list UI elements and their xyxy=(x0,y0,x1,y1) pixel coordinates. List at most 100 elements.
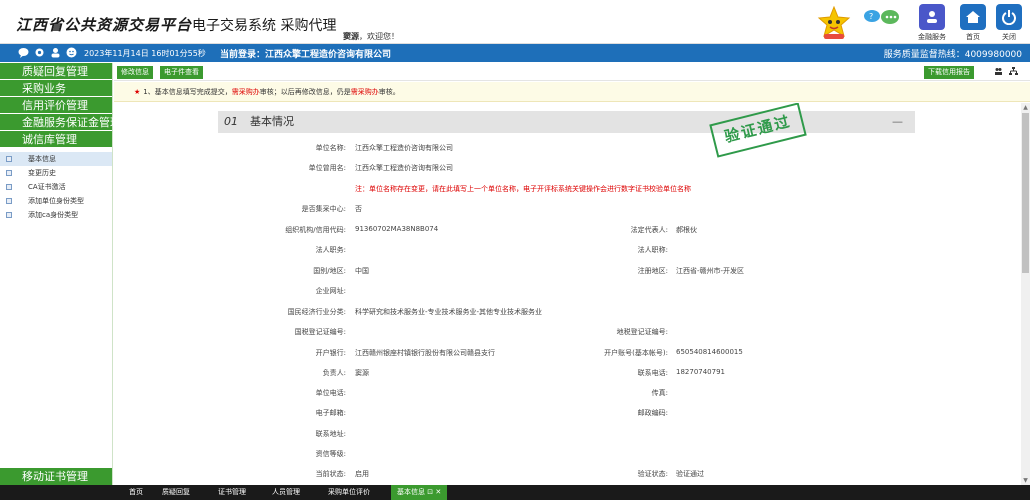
account-value: 650540814600015 xyxy=(676,348,743,356)
brand-subtitle: 电子交易系统 采购代理 xyxy=(192,18,337,34)
sidebar-item-label: 添加ca身份类型 xyxy=(28,211,79,219)
chat-icon[interactable]: ? xyxy=(862,8,902,26)
credit-code-label: 组织机构/信用代码: xyxy=(285,226,346,234)
central-procurement-label: 是否集采中心: xyxy=(301,205,346,213)
home-button[interactable]: 首页 xyxy=(957,4,989,42)
home-label: 首页 xyxy=(966,33,980,41)
sidebar-menu-credit-evaluation[interactable]: 信用评价管理 xyxy=(0,97,112,114)
postcode-label: 邮政编码: xyxy=(637,409,668,417)
app-header: 江西省公共资源交易平台电子交易系统 采购代理 窦源，欢迎您！ ? 金融服务 首页… xyxy=(0,0,1030,44)
tab-personnel[interactable]: 人员管理 xyxy=(272,485,300,500)
doc-icon xyxy=(6,184,12,190)
unit-name-value: 江西众擎工程造价咨询有限公司 xyxy=(355,144,453,152)
principal-value: 窦源 xyxy=(355,369,369,377)
country-label: 国别/地区: xyxy=(313,267,346,275)
scroll-thumb[interactable] xyxy=(1022,113,1029,273)
sidebar-menu-complaint-reply[interactable]: 质疑回复管理 xyxy=(0,63,112,80)
legal-rep-label: 法定代表人: xyxy=(630,226,668,234)
sidebar-item-label: 添加单位身份类型 xyxy=(28,197,84,205)
credit-code-value: 91360702MA38N8B074 xyxy=(355,225,439,233)
close-button[interactable]: 关闭 xyxy=(993,4,1025,42)
home-icon xyxy=(960,4,986,30)
legal-title-label: 法人职称: xyxy=(637,246,668,254)
sidebar-item-label: CA证书激活 xyxy=(28,183,66,191)
svg-text:?: ? xyxy=(869,12,873,21)
smile-icon[interactable] xyxy=(66,47,77,58)
bank-label: 开户银行: xyxy=(315,349,346,357)
notice-text-2: 审核；以后再修改信息，仍是 xyxy=(259,88,351,96)
sidebar-item-label: 基本信息 xyxy=(28,155,56,163)
reg-area-value: 江西省-赣州市-开发区 xyxy=(676,267,745,275)
section-title: 基本情况 xyxy=(250,115,294,128)
service-hotline: 服务质量监督热线：4009980000 xyxy=(883,50,1022,60)
doc-icon xyxy=(6,212,12,218)
current-login: 当前登录：江西众擎工程造价咨询有限公司 xyxy=(220,50,392,60)
website-label: 企业网址: xyxy=(315,287,346,295)
contact-phone-value: 18270740791 xyxy=(676,368,725,376)
address-label: 联系地址: xyxy=(315,430,346,438)
close-label: 关闭 xyxy=(1002,33,1016,41)
integrity-submenu: 基本信息 变更历史 CA证书激活 添加单位身份类型 添加ca身份类型 xyxy=(0,148,112,222)
email-label: 电子邮箱: xyxy=(315,409,346,417)
national-tax-label: 国税登记证编号: xyxy=(294,328,346,336)
view-files-button[interactable]: 电子件查看 xyxy=(160,66,203,79)
status-label: 当前状态: xyxy=(315,470,346,478)
current-datetime: 2023年11月14日 16时01分55秒 xyxy=(84,49,206,58)
status-bar: 2023年11月14日 16时01分55秒 当前登录：江西众擎工程造价咨询有限公… xyxy=(0,44,1030,62)
sidebar-menu-finance-deposit[interactable]: 金融服务保证金管理 xyxy=(0,114,121,131)
sidebar-item-change-history[interactable]: 变更历史 xyxy=(0,166,112,180)
legal-duty-label: 法人职务: xyxy=(315,246,346,254)
notice-highlight-1: 需采购办 xyxy=(231,88,260,96)
sidebar-menu-integrity-library[interactable]: 诚信库管理 xyxy=(0,131,112,148)
finance-service-button[interactable]: 金融服务 xyxy=(916,4,948,42)
sidebar-item-add-unit-type[interactable]: 添加单位身份类型 xyxy=(0,194,112,208)
bottom-tab-bar: 首页 质疑回复 证书管理 人员管理 采购单位评价 基本信息 ⊡ ✕ xyxy=(0,485,1030,500)
tab-cert-management[interactable]: 证书管理 xyxy=(218,485,246,500)
notice-highlight-2: 需采购办 xyxy=(350,88,379,96)
content-scrollbar[interactable]: ▲ ▼ xyxy=(1021,103,1030,485)
section-number: 01 xyxy=(224,115,238,128)
tab-home[interactable]: 首页 xyxy=(129,485,143,500)
basic-info-panel: 01 基本情况 — 验证通过 单位名称: 江西众擎工程造价咨询有限公司 单位曾用名… xyxy=(114,103,1019,485)
user-group-icon[interactable] xyxy=(994,67,1003,76)
account-label: 开户账号(基本帐号): xyxy=(604,349,668,357)
fax-label: 传真: xyxy=(651,389,668,397)
notice-text-1: 1、基本信息填写完成提交， xyxy=(143,88,232,96)
verify-status-label: 验证状态: xyxy=(637,470,668,478)
tab-basic-info[interactable]: 基本信息 ⊡ ✕ xyxy=(391,485,448,500)
sitemap-icon[interactable] xyxy=(1009,67,1018,76)
sidebar: 质疑回复管理 采购业务 信用评价管理 金融服务保证金管理 诚信库管理 基本信息 … xyxy=(0,63,121,485)
content-toolbar: 修改信息 电子件查看 下载信用报告 xyxy=(114,63,1030,81)
industry-value: 科学研究和技术服务业-专业技术服务业-其他专业技术服务业 xyxy=(355,308,543,316)
message-icon[interactable] xyxy=(18,47,29,58)
edit-info-button[interactable]: 修改信息 xyxy=(117,66,153,79)
doc-icon xyxy=(6,170,12,176)
unit-phone-label: 单位电话: xyxy=(315,389,346,397)
doc-icon xyxy=(6,198,12,204)
download-credit-report-button[interactable]: 下载信用报告 xyxy=(924,66,974,79)
brand-title: 江西省公共资源交易平台电子交易系统 采购代理 xyxy=(16,14,336,35)
central-procurement-value: 否 xyxy=(355,205,362,213)
local-tax-label: 地税登记证编号: xyxy=(616,328,668,336)
sidebar-menu-mobile-cert[interactable]: 移动证书管理 xyxy=(0,468,112,485)
finance-service-label: 金融服务 xyxy=(918,33,946,41)
tab-complaint-reply[interactable]: 质疑回复 xyxy=(162,485,190,500)
industry-label: 国民经济行业分类: xyxy=(287,308,346,316)
gear-icon[interactable] xyxy=(34,47,45,58)
doc-icon xyxy=(6,156,12,162)
former-name-note: 注：单位名称存在变更，请在此填写上一个单位名称，电子开评标系统关键操作会进行数字… xyxy=(355,185,691,193)
sidebar-menu-procurement[interactable]: 采购业务 xyxy=(0,80,112,97)
scroll-down-icon[interactable]: ▼ xyxy=(1021,476,1030,485)
verify-status-value: 验证通过 xyxy=(676,470,704,478)
tab-procurement-evaluation[interactable]: 采购单位评价 xyxy=(328,485,370,500)
scroll-up-icon[interactable]: ▲ xyxy=(1021,103,1030,112)
sidebar-item-basic-info[interactable]: 基本信息 xyxy=(0,152,112,166)
user-icon[interactable] xyxy=(50,47,61,58)
mascot-icon xyxy=(817,6,851,39)
sidebar-item-ca-activate[interactable]: CA证书激活 xyxy=(0,180,112,194)
principal-label: 负责人: xyxy=(322,369,346,377)
country-value: 中国 xyxy=(355,267,369,275)
collapse-button[interactable]: — xyxy=(892,111,903,133)
welcome-text: 窦源，欢迎您！ xyxy=(343,31,399,42)
sidebar-item-add-ca-type[interactable]: 添加ca身份类型 xyxy=(0,208,112,222)
